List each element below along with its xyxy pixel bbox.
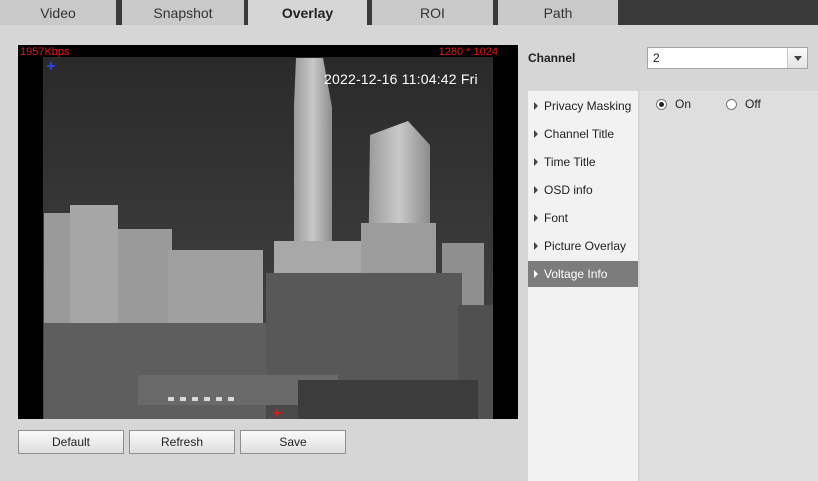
caret-right-icon <box>534 186 538 194</box>
caret-right-icon <box>534 242 538 250</box>
tab-label: Video <box>40 4 76 21</box>
caret-right-icon <box>534 270 538 278</box>
video-preview[interactable]: 1957Kbps 1280 * 1024 2022-12-16 11:04:42… <box>18 45 518 419</box>
caret-right-icon <box>534 102 538 110</box>
tab-label: Overlay <box>281 5 334 21</box>
radio-on-label: On <box>675 97 692 111</box>
refresh-button[interactable]: Refresh <box>129 430 235 454</box>
menu-item-font[interactable]: Font <box>528 205 638 231</box>
tab-roi[interactable]: ROI <box>372 0 493 25</box>
resolution-overlay: 1280 * 1024 <box>438 46 498 58</box>
menu-item-time-title[interactable]: Time Title <box>528 149 638 175</box>
save-button[interactable]: Save <box>240 430 346 454</box>
menu-item-channel-title[interactable]: Channel Title <box>528 121 638 147</box>
menu-item-label: Channel Title <box>544 127 615 141</box>
menu-item-picture-overlay[interactable]: Picture Overlay <box>528 233 638 259</box>
caret-right-icon <box>534 130 538 138</box>
tab-bar: Video Snapshot Overlay ROI Path <box>0 0 818 27</box>
chevron-down-icon[interactable] <box>787 48 807 68</box>
channel-select-value: 2 <box>653 51 660 65</box>
default-button[interactable]: Default <box>18 430 124 454</box>
tab-label: ROI <box>420 4 445 21</box>
voltage-info-on-option[interactable]: On <box>656 97 691 111</box>
tab-label: Snapshot <box>153 4 213 21</box>
menu-item-voltage-info[interactable]: Voltage Info <box>528 261 638 287</box>
menu-item-label: Voltage Info <box>544 267 608 281</box>
bitrate-overlay: 1957Kbps <box>20 46 70 58</box>
tab-label: Path <box>543 4 573 21</box>
voltage-info-panel <box>640 91 818 481</box>
menu-item-label: Picture Overlay <box>544 239 627 253</box>
tab-path[interactable]: Path <box>498 0 618 25</box>
channel-select[interactable]: 2 <box>647 47 808 69</box>
menu-item-privacy-masking[interactable]: Privacy Masking <box>528 93 638 119</box>
caret-right-icon <box>534 158 538 166</box>
menu-item-label: Font <box>544 211 569 225</box>
thermal-scene-image <box>18 57 518 419</box>
tab-overlay[interactable]: Overlay <box>248 0 367 27</box>
radio-off[interactable] <box>726 98 737 110</box>
caret-right-icon <box>534 214 538 222</box>
channel-label: Channel <box>528 51 576 65</box>
menu-item-osd-info[interactable]: OSD info <box>528 177 638 203</box>
tab-snapshot[interactable]: Snapshot <box>122 0 244 25</box>
radio-on[interactable] <box>656 98 667 110</box>
voltage-info-off-option[interactable]: Off <box>726 97 761 111</box>
tab-video[interactable]: Video <box>0 0 116 25</box>
radio-off-label: Off <box>745 97 761 111</box>
time-title-overlay: 2022-12-16 11:04:42 Fri <box>324 71 478 87</box>
menu-item-label: OSD info <box>544 183 593 197</box>
menu-item-label: Privacy Masking <box>544 99 632 113</box>
menu-item-label: Time Title <box>544 155 596 169</box>
